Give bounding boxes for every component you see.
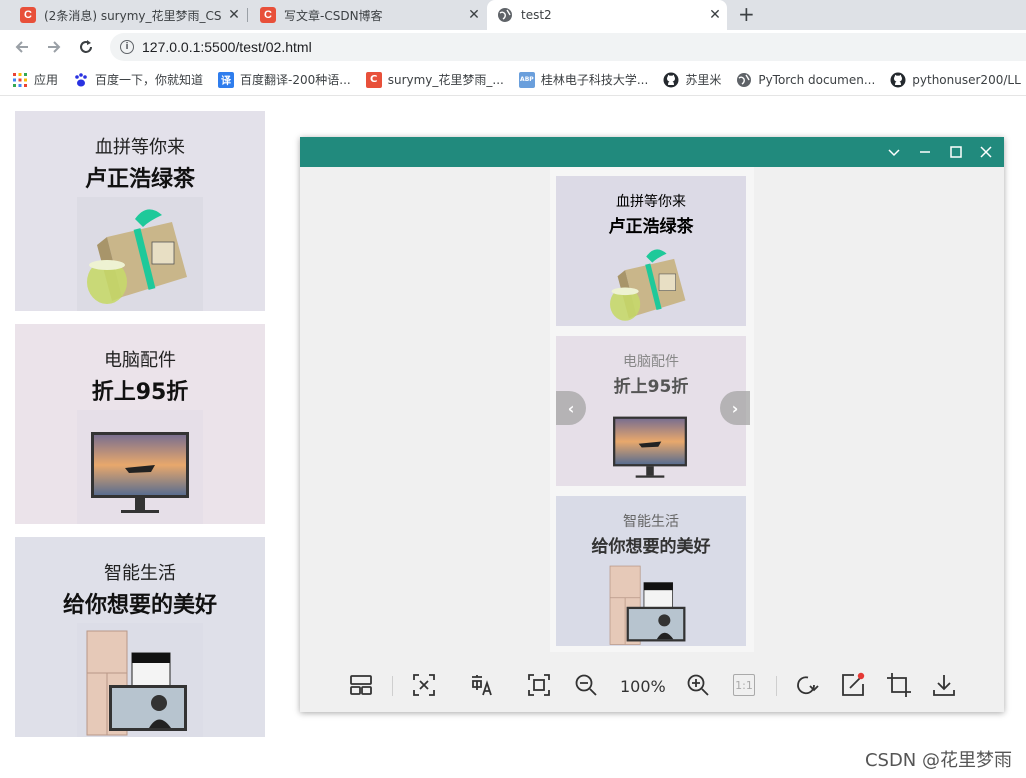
globe-icon <box>498 8 512 22</box>
bookmark-pytorch[interactable]: PyTorch documen... <box>736 72 875 88</box>
green-tea-package-image <box>610 249 686 321</box>
github-icon <box>890 72 906 87</box>
card-title: 卢正浩绿茶 <box>84 167 195 192</box>
download-icon[interactable] <box>930 671 958 699</box>
new-tab-button[interactable]: + <box>738 2 755 26</box>
tab-csdn-messages[interactable]: C (2条消息) surymy_花里梦雨_CSDN ✕ <box>10 0 246 30</box>
tab-title: (2条消息) surymy_花里梦雨_CSDN <box>44 8 222 23</box>
bookmark-baidu[interactable]: 百度一下，你就知道 <box>73 71 203 88</box>
viewer-image-smart-life: 智能生活 给你想要的美好 <box>556 496 746 646</box>
forward-icon[interactable] <box>42 35 66 59</box>
minimize-icon[interactable] <box>916 143 934 161</box>
promo-card-tea[interactable]: 血拼等你来 卢正浩绿茶 <box>15 111 265 311</box>
bookmark-apps[interactable]: 应用 <box>12 71 58 88</box>
bookmark-label: 苏里米 <box>685 73 722 87</box>
card-subtitle: 智能生活 <box>104 563 176 584</box>
home-appliances-image <box>77 623 203 737</box>
viewer-titlebar[interactable] <box>300 137 1004 167</box>
computer-monitor-image <box>613 416 687 478</box>
home-appliances-image <box>609 565 686 645</box>
bookmark-label: 百度翻译-200种语... <box>240 73 351 87</box>
image-viewer-window: 血拼等你来 卢正浩绿茶 电脑配件 折上95折 智能生活 给你想要的美好 ‹ › … <box>300 137 1004 712</box>
tab-separator <box>247 8 248 22</box>
green-tea-package-image <box>77 197 203 311</box>
tab-title: test2 <box>521 8 552 22</box>
bookmark-baidu-translate[interactable]: 译 百度翻译-200种语... <box>218 71 351 88</box>
zoom-in-icon[interactable] <box>684 671 712 699</box>
bookmark-label: pythonuser200/LL <box>912 72 1021 87</box>
promo-card-computer[interactable]: 电脑配件 折上95折 <box>15 324 265 524</box>
bookmark-label: PyTorch documen... <box>758 72 876 87</box>
bookmark-label: 桂林电子科技大学... <box>540 73 649 87</box>
card-subtitle: 电脑配件 <box>623 354 679 370</box>
tab-write-article[interactable]: C 写文章-CSDN博客 ✕ <box>250 0 486 30</box>
tab-title: 写文章-CSDN博客 <box>284 8 383 23</box>
bookmark-sulimi[interactable]: 苏里米 <box>663 71 721 88</box>
fit-variable-icon[interactable] <box>410 671 438 699</box>
card-title: 给你想要的美好 <box>62 593 217 618</box>
tab-test2[interactable]: test2 ✕ <box>487 0 727 30</box>
card-subtitle: 血拼等你来 <box>616 194 686 210</box>
apps-grid-icon <box>13 72 27 87</box>
chevron-down-icon[interactable] <box>885 143 903 161</box>
back-icon[interactable] <box>10 35 34 59</box>
zoom-level: 100% <box>620 677 666 696</box>
promo-card-smart-life[interactable]: 智能生活 给你想要的美好 <box>15 537 265 737</box>
baidu-paw-icon <box>75 72 87 86</box>
abp-icon: ABP <box>518 71 535 88</box>
card-subtitle: 血拼等你来 <box>95 137 185 158</box>
rotate-icon[interactable] <box>792 671 820 699</box>
crop-icon[interactable] <box>885 671 913 699</box>
close-icon[interactable]: ✕ <box>222 7 246 23</box>
csdn-icon: C <box>20 7 36 23</box>
close-icon[interactable]: ✕ <box>703 7 727 23</box>
tab-strip: C (2条消息) surymy_花里梦雨_CSDN ✕ C 写文章-CSDN博客… <box>0 0 1026 30</box>
next-image-button[interactable]: › <box>720 391 750 425</box>
close-icon[interactable]: ✕ <box>462 7 486 23</box>
bookmark-pythonuser200[interactable]: pythonuser200/LL <box>890 72 1021 88</box>
translate-icon: 译 <box>218 71 235 88</box>
card-title: 给你想要的美好 <box>591 537 711 557</box>
toolbar-divider <box>392 676 393 696</box>
actual-size-icon[interactable]: 1:1 <box>730 671 758 699</box>
csdn-icon: C <box>260 7 276 23</box>
info-icon[interactable]: i <box>120 40 134 54</box>
bookmark-label: 应用 <box>34 73 59 87</box>
card-title: 卢正浩绿茶 <box>608 217 694 237</box>
github-icon <box>663 72 679 87</box>
translate-text-icon[interactable] <box>468 671 496 699</box>
url-text: 127.0.0.1:5500/test/02.html <box>142 39 312 55</box>
layout-icon[interactable] <box>347 671 375 699</box>
bookmarks-bar: 应用 百度一下，你就知道 译 百度翻译-200种语... C surymy_花里… <box>0 64 1026 96</box>
zoom-out-icon[interactable] <box>572 671 600 699</box>
computer-monitor-image <box>77 410 203 524</box>
viewer-image-tea: 血拼等你来 卢正浩绿茶 <box>556 176 746 326</box>
csdn-watermark: CSDN @花里梦雨 <box>864 750 1012 771</box>
edit-icon[interactable] <box>839 671 867 699</box>
card-subtitle: 电脑配件 <box>104 350 176 371</box>
bookmark-csdn[interactable]: C surymy_花里梦雨_... <box>365 71 504 88</box>
viewer-toolbar: 100% 1:1 <box>300 667 1004 703</box>
card-title: 折上95折 <box>613 377 689 397</box>
bookmark-label: 百度一下，你就知道 <box>95 73 204 87</box>
actual-size-label: 1:1 <box>733 674 755 696</box>
toolbar-divider <box>776 676 777 696</box>
close-icon[interactable] <box>977 143 995 161</box>
fullscreen-icon[interactable] <box>525 671 553 699</box>
bookmark-label: surymy_花里梦雨_... <box>387 73 504 87</box>
card-title: 折上95折 <box>91 380 189 405</box>
maximize-icon[interactable] <box>947 143 965 161</box>
bookmark-guet[interactable]: ABP 桂林电子科技大学... <box>518 71 649 88</box>
card-subtitle: 智能生活 <box>623 514 679 530</box>
csdn-icon: C <box>365 71 382 88</box>
reload-icon[interactable] <box>74 35 98 59</box>
browser-toolbar: i 127.0.0.1:5500/test/02.html <box>0 30 1026 64</box>
address-bar[interactable]: i 127.0.0.1:5500/test/02.html <box>110 33 1026 61</box>
globe-icon <box>737 72 752 87</box>
